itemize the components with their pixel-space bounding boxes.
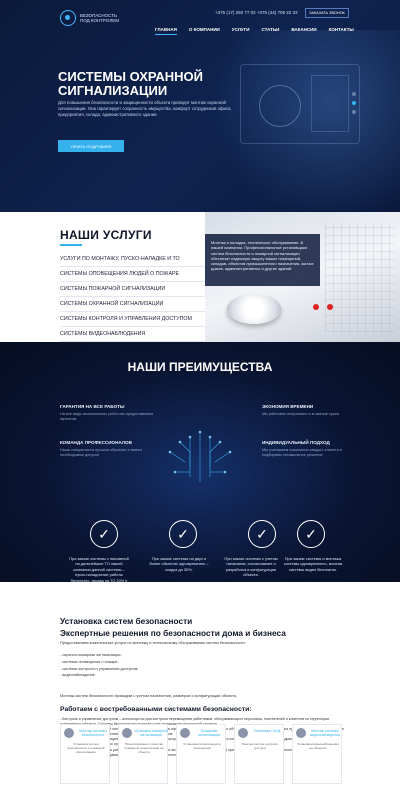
page: { "header": { "logo_text": "Безопасность… xyxy=(0,0,400,800)
advantages-section: Наши преимущества Гарантия на все работы… xyxy=(0,342,400,582)
nav-item-vacancies[interactable]: Вакансии xyxy=(291,27,316,35)
card-text: Монтаж систем контроля доступа xyxy=(241,742,279,751)
slider-dot-active[interactable] xyxy=(352,101,356,105)
service-item[interactable]: Системы оповещения людей о пожаре xyxy=(60,267,205,282)
checkmark-icon: ✓ xyxy=(297,520,325,548)
hero-title: Системы охранной сигнализации xyxy=(58,69,204,98)
advantage-text: На все виды выполненных работ мы предост… xyxy=(60,412,153,421)
card-text: Проектирование и монтаж пожарной сигнали… xyxy=(124,742,164,755)
advantage-text: Наши специалисты прошли обучение и имеют… xyxy=(60,448,143,457)
indicator-dot xyxy=(327,304,333,310)
service-item[interactable]: Системы контроля и управления доступом xyxy=(60,312,205,327)
learn-more-button[interactable]: Узнать подробнее xyxy=(58,140,124,152)
benefit-text: При заказе системы с пассивной на дальне… xyxy=(69,556,129,582)
header-phones[interactable]: +375 (17) 292 77 02 +375 (44) 709 22 32 xyxy=(215,10,298,15)
service-item[interactable]: Системы пожарной сигнализации xyxy=(60,282,205,297)
article-card[interactable]: Монтаж системы видеонаблюдения Установка… xyxy=(292,724,342,784)
logo-text: Безопасность под контролем xyxy=(80,12,120,24)
logo[interactable]: Безопасность под контролем xyxy=(60,10,120,26)
slider-dot[interactable] xyxy=(352,110,356,114)
services-section: Наши услуги Услуги по монтажу, пуско-нал… xyxy=(0,212,400,342)
card-title[interactable]: Монтаж системы безопасности xyxy=(76,729,110,738)
installation-intro: Предоставляем комплексные услуги по монт… xyxy=(60,640,246,645)
call-request-button[interactable]: Заказать звонок xyxy=(305,8,349,18)
list-item: - системы оповещения о пожаре; xyxy=(60,659,119,664)
hero-section: Безопасность под контролем +375 (17) 292… xyxy=(0,0,400,212)
advantage-title: Гарантия на все работы xyxy=(60,404,125,409)
services-list: Услуги по монтажу, пуско-наладке и ТО Си… xyxy=(60,252,205,342)
card-text: Установка видеонаблюдения на объектах xyxy=(297,742,339,751)
benefit-text: При заказе системы с учетом написания, с… xyxy=(224,556,278,578)
nav-item-articles[interactable]: Статьи xyxy=(261,27,279,35)
slider-dot[interactable] xyxy=(352,92,356,96)
installation-list: - охранно-пожарная сигнализация; - систе… xyxy=(60,652,280,679)
list-item: - видеонаблюдение. xyxy=(60,673,96,678)
hero-text: Для повышения безопасности и защищенност… xyxy=(58,100,232,117)
card-text: Установка сигнализации в помещениях xyxy=(183,742,221,751)
indicator-dot xyxy=(313,304,319,310)
service-item[interactable]: Системы видеонаблюдения xyxy=(60,327,205,342)
demand-title: Работаем с востребованными системами без… xyxy=(60,706,252,713)
list-item: - системы контроля и управления доступом… xyxy=(60,666,139,671)
nav-item-contacts[interactable]: Контакты xyxy=(329,27,354,35)
advantage-title: Индивидуальный подход xyxy=(262,440,330,445)
installation-subtitle: Экспертные решения по безопасности дома … xyxy=(60,628,286,638)
checkmark-icon: ✓ xyxy=(248,520,276,548)
advantage-item: Экономия времени Мы работаем оперативно … xyxy=(262,404,357,417)
card-avatar xyxy=(122,728,132,738)
card-avatar xyxy=(296,728,306,738)
slider-dots xyxy=(352,92,356,114)
advantage-text: Мы работаем оперативно и в сжатые сроки xyxy=(262,412,339,416)
smoke-detector-image xyxy=(227,294,281,324)
services-overlay: Монтаж и наладка, техническое обслуживан… xyxy=(205,234,320,286)
card-title[interactable]: Установка СКУД xyxy=(250,729,284,733)
advantage-item: Гарантия на все работы На все виды выпол… xyxy=(60,404,155,422)
advantage-text: Мы учитываем пожелания каждого клиента и… xyxy=(262,448,343,457)
advantage-title: Экономия времени xyxy=(262,404,314,409)
card-avatar xyxy=(238,728,248,738)
services-image: Монтаж и наладка, техническое обслуживан… xyxy=(205,212,400,342)
card-title[interactable]: Пожарная сигнализация xyxy=(192,729,226,738)
installation-title: Установка систем безопасности xyxy=(60,616,193,626)
services-title: Наши услуги xyxy=(60,228,152,246)
advantages-title: Наши преимущества xyxy=(127,360,273,374)
card-title[interactable]: Установка пожарной сигнализации xyxy=(134,729,168,738)
article-card[interactable]: Установка пожарной сигнализации Проектир… xyxy=(118,724,168,784)
advantage-item: Индивидуальный подход Мы учитываем пожел… xyxy=(262,440,357,458)
service-item[interactable]: Услуги по монтажу, пуско-наладке и ТО xyxy=(60,252,205,267)
article-card[interactable]: Установка СКУД Монтаж систем контроля до… xyxy=(234,724,284,784)
card-text: Установка систем безопасности и пожарной… xyxy=(67,742,105,755)
checkmark-icon: ✓ xyxy=(90,520,118,548)
nav-item-services[interactable]: Услуги xyxy=(232,27,250,35)
list-item: - охранно-пожарная сигнализация; xyxy=(60,653,122,657)
blueprint-grid xyxy=(325,222,395,332)
nav-item-home[interactable]: Главная xyxy=(155,27,177,35)
advantage-title: Команда профессионалов xyxy=(60,440,132,445)
card-avatar xyxy=(180,728,190,738)
benefit-text: При заказе системы и монтажа системы одн… xyxy=(283,556,343,572)
main-nav: Главная О компании Услуги Статьи Ваканси… xyxy=(155,27,354,35)
logo-target-icon xyxy=(60,10,76,26)
article-card[interactable]: Монтаж системы безопасности Установка си… xyxy=(60,724,110,784)
article-card[interactable]: Пожарная сигнализация Установка сигнализ… xyxy=(176,724,226,784)
card-title[interactable]: Монтаж системы видеонаблюдения xyxy=(308,729,342,738)
installation-note: Монтаж систем безопасности проводим с уч… xyxy=(60,693,238,698)
services-overlay-text: Монтаж и наладка, техническое обслуживан… xyxy=(211,240,314,272)
circuit-illustration xyxy=(168,430,232,482)
benefit-text: При заказе системы на двух и более объек… xyxy=(149,556,209,572)
advantage-item: Команда профессионалов Наши специалисты … xyxy=(60,440,155,458)
card-avatar xyxy=(64,728,74,738)
hero-camera-illustration xyxy=(240,64,360,144)
service-item[interactable]: Системы охранной сигнализации xyxy=(60,297,205,312)
nav-item-about[interactable]: О компании xyxy=(189,27,220,35)
checkmark-icon: ✓ xyxy=(169,520,197,548)
